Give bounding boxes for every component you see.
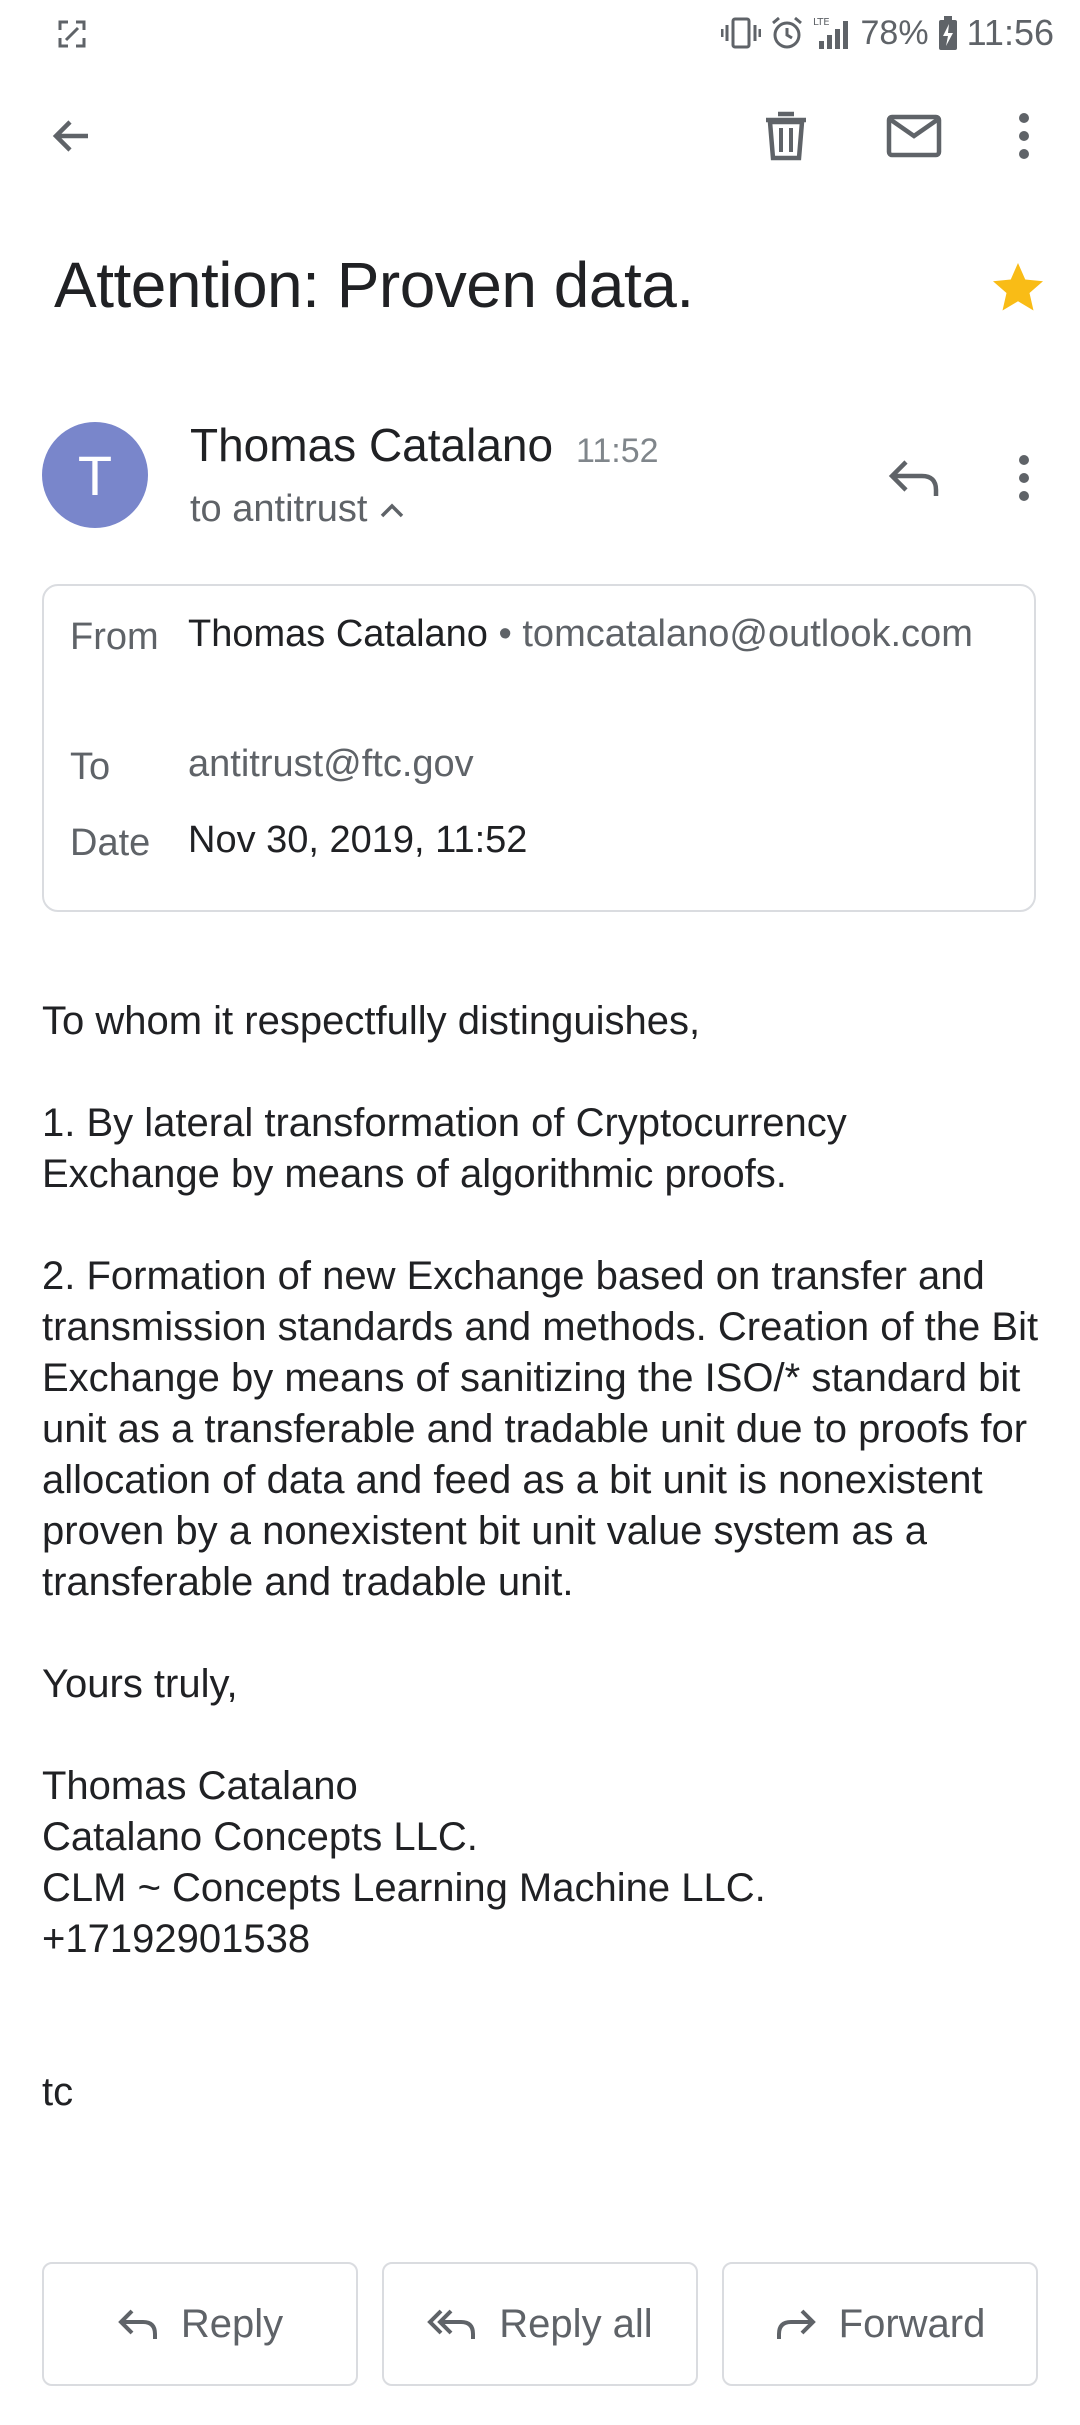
chevron-up-icon	[381, 503, 404, 517]
body-paragraph-1: 1. By lateral transformation of Cryptocu…	[42, 1101, 847, 1196]
star-button[interactable]	[988, 258, 1048, 318]
reply-all-icon	[427, 2309, 476, 2339]
recipient-toggle[interactable]: to antitrust	[190, 488, 405, 531]
date-value: Nov 30, 2019, 11:52	[188, 819, 528, 861]
top-toolbar	[0, 84, 1080, 188]
recipient-summary: to antitrust	[190, 488, 368, 530]
forward-icon	[776, 2309, 816, 2339]
reply-all-label: Reply all	[499, 2301, 653, 2346]
to-label: To	[70, 746, 111, 788]
from-separator: •	[498, 613, 512, 655]
clock: 11:56	[966, 12, 1054, 53]
sender-name: Thomas Catalano	[190, 419, 554, 471]
from-email[interactable]: tomcatalano@outlook.com	[522, 613, 972, 655]
trash-icon	[766, 111, 806, 161]
battery-charging-icon	[937, 15, 959, 51]
arrow-back-icon	[52, 120, 88, 152]
avatar[interactable]: T	[42, 422, 148, 528]
delete-button[interactable]	[738, 84, 834, 188]
signature-name: Thomas Catalano	[42, 1764, 358, 1808]
more-options-button[interactable]	[976, 84, 1072, 188]
closing: Yours truly,	[42, 1662, 238, 1706]
battery-percent: 78%	[860, 13, 929, 52]
message-more-button[interactable]	[976, 430, 1072, 526]
greeting: To whom it respectfully distinguishes,	[42, 999, 701, 1043]
forward-label: Forward	[838, 2301, 986, 2346]
reply-icon	[118, 2309, 157, 2339]
forward-button[interactable]: Forward	[722, 2262, 1038, 2386]
more-vert-icon	[1019, 455, 1029, 501]
to-value[interactable]: antitrust@ftc.gov	[188, 738, 474, 790]
network-label: LTE	[813, 17, 830, 28]
from-label: From	[70, 616, 159, 658]
message-time: 11:52	[576, 432, 659, 470]
reply-label: Reply	[180, 2301, 284, 2346]
message-details-card: From Thomas Catalano • tomcatalano@outlo…	[42, 584, 1036, 912]
signature-initials: tc	[42, 2070, 74, 2114]
vibrate-icon	[720, 15, 761, 51]
reply-icon	[888, 460, 939, 496]
reply-all-button[interactable]: Reply all	[382, 2262, 698, 2386]
email-body: To whom it respectfully distinguishes, 1…	[42, 996, 1042, 2118]
email-subject: Attention: Proven data.	[54, 249, 694, 321]
quick-reply-button[interactable]	[866, 430, 962, 526]
body-paragraph-2: 2. Formation of new Exchange based on tr…	[42, 1254, 1039, 1604]
alarm-icon	[769, 15, 805, 51]
reply-button[interactable]: Reply	[42, 2262, 358, 2386]
signature-company-2: CLM ~ Concepts Learning Machine LLC.	[42, 1866, 766, 1910]
mail-icon	[886, 114, 942, 158]
more-vert-icon	[1019, 113, 1029, 159]
signature-phone[interactable]: +17192901538	[42, 1914, 1042, 1965]
date-label: Date	[70, 822, 151, 864]
mark-unread-button[interactable]	[866, 84, 962, 188]
signature-company: Catalano Concepts LLC.	[42, 1815, 478, 1859]
star-icon	[993, 263, 1043, 311]
status-bar: LTE 78% 11:56	[0, 0, 1080, 66]
from-value: Thomas Catalano • tomcatalano@outlook.co…	[188, 608, 998, 660]
status-indicators: LTE 78% 11:56	[720, 10, 1054, 56]
screen-rotate-icon	[56, 18, 88, 50]
back-button[interactable]	[24, 84, 120, 188]
from-name: Thomas Catalano	[188, 613, 488, 655]
signal-icon: LTE	[813, 15, 853, 51]
